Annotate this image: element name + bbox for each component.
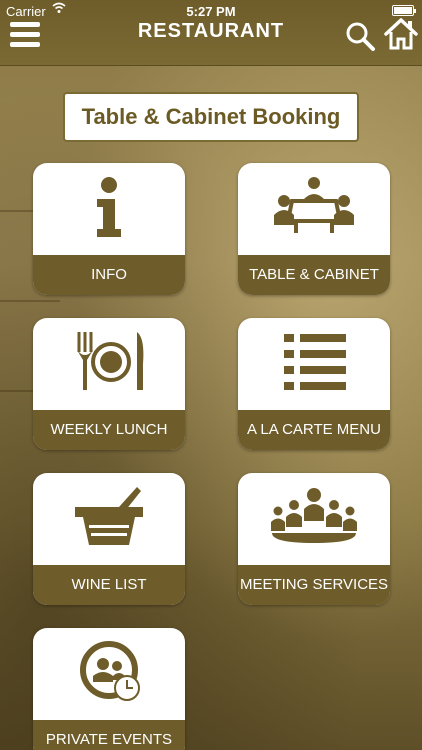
info-icon [33,163,185,255]
battery-icon [392,5,416,16]
tile-info[interactable]: INFO [33,163,185,295]
wine-bucket-icon [33,473,185,565]
home-icon [384,18,418,50]
tile-label: INFO [33,255,185,295]
background-detail [0,300,60,302]
tile-label: WINE LIST [33,565,185,605]
tile-label: WEEKLY LUNCH [33,410,185,450]
tile-table-cabinet[interactable]: TABLE & CABINET [238,163,390,295]
tile-label: MEETING SERVICES [238,565,390,605]
list-icon [238,318,390,410]
tile-private-events[interactable]: PRIVATE EVENTS [33,628,185,750]
people-clock-icon [33,628,185,720]
plate-cutlery-icon [33,318,185,410]
page-banner: Table & Cabinet Booking [63,92,359,142]
home-button[interactable] [384,18,418,50]
tile-weekly-lunch[interactable]: WEEKLY LUNCH [33,318,185,450]
search-button[interactable] [344,20,376,52]
clock: 5:27 PM [186,4,236,19]
tile-meeting-services[interactable]: MEETING SERVICES [238,473,390,605]
tile-label: PRIVATE EVENTS [33,720,185,750]
meeting-table-icon [238,163,390,255]
tile-a-la-carte-menu[interactable]: A LA CARTE MENU [238,318,390,450]
tile-label: TABLE & CABINET [238,255,390,295]
conference-icon [238,473,390,565]
search-icon [346,22,375,51]
tile-label: A LA CARTE MENU [238,410,390,450]
tile-wine-list[interactable]: WINE LIST [33,473,185,605]
status-bar: Carrier 5:27 PM [0,0,422,22]
